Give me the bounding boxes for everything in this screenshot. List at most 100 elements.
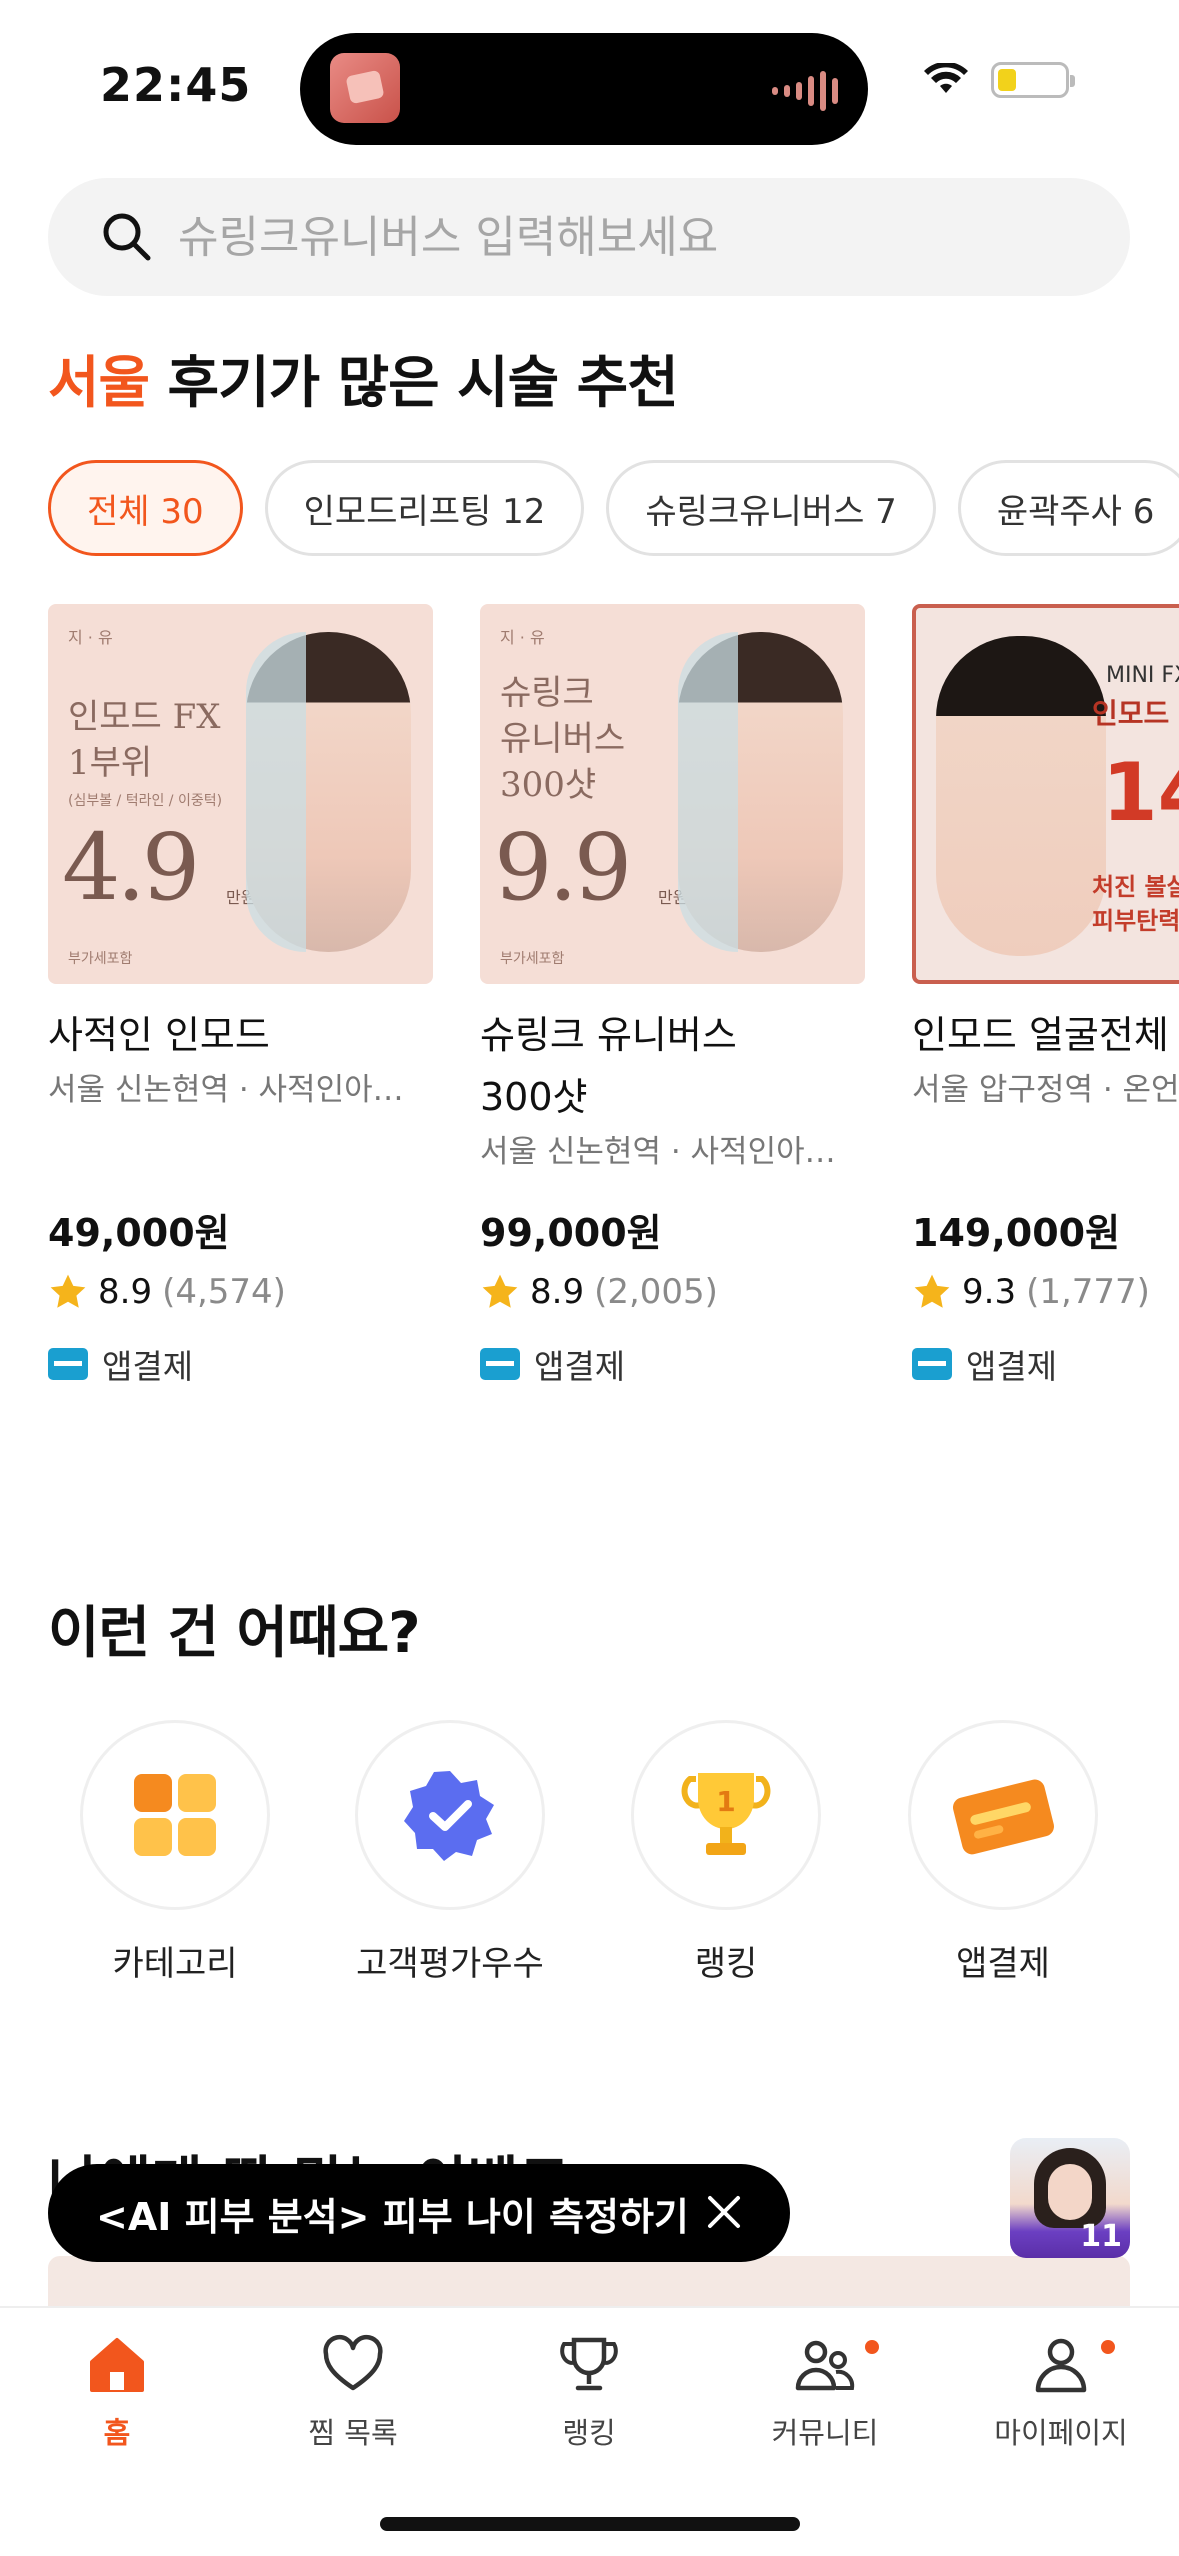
- chip-shrink-universe[interactable]: 슈링크유니버스 7: [606, 460, 936, 556]
- tab-ranking[interactable]: 랭킹: [489, 2334, 689, 2452]
- wifi-icon: [924, 63, 968, 93]
- chip-contour-injection[interactable]: 윤곽주사 6: [957, 460, 1179, 556]
- treatment-card[interactable]: 지 · 유 슈링크 유니버스 300샷 9.9 만원 부가세포함 슈링크 유니버스 …: [480, 604, 865, 1386]
- svg-text:1: 1: [716, 1785, 735, 1818]
- quick-app-payment[interactable]: 앱결제: [903, 1720, 1103, 1985]
- rating-score: 8.9: [530, 1272, 585, 1312]
- community-icon: [795, 2340, 855, 2391]
- close-icon[interactable]: [702, 2190, 746, 2234]
- treatment-image: MINI FX 인모드 풀 14. 처진 볼살과 이피부탄력과: [912, 604, 1179, 984]
- payment-label: 앱결제: [102, 1347, 194, 1386]
- user-icon: [1035, 2338, 1087, 2393]
- treatment-carousel: 지 · 유 인모드 FX 1부위 (심부볼 / 턱라인 / 이중턱) 4.9 만원…: [48, 604, 1179, 1404]
- star-icon: [482, 1274, 518, 1308]
- clinic-location: 서울 신논현역 · 사적인아…: [480, 1134, 836, 1170]
- now-playing-artwork: [330, 53, 400, 123]
- treatment-price: 49,000원: [48, 1211, 230, 1255]
- rating: 8.9 (2,005): [480, 1272, 718, 1312]
- tab-home[interactable]: 홈: [17, 2334, 217, 2452]
- image-price: 4.9: [62, 814, 200, 921]
- chip-inmode-lifting[interactable]: 인모드리프팅 12: [264, 460, 585, 556]
- treatment-image: 지 · 유 인모드 FX 1부위 (심부볼 / 턱라인 / 이중턱) 4.9 만원…: [48, 604, 433, 984]
- dynamic-island[interactable]: [300, 33, 868, 145]
- treatment-image: 지 · 유 슈링크 유니버스 300샷 9.9 만원 부가세포함: [480, 604, 865, 984]
- treatment-card[interactable]: MINI FX 인모드 풀 14. 처진 볼살과 이피부탄력과 인모드 얼굴전체…: [912, 604, 1179, 1386]
- review-count: (1,777): [1026, 1272, 1150, 1312]
- region-highlight[interactable]: 서울: [48, 351, 150, 416]
- search-input[interactable]: [178, 196, 1078, 278]
- app-payment-tag: 앱결제: [48, 1340, 193, 1388]
- treatment-name: 슈링크 유니버스 300샷: [480, 1013, 737, 1119]
- tab-mypage[interactable]: 마이페이지: [961, 2334, 1161, 2452]
- rating: 8.9 (4,574): [48, 1272, 286, 1312]
- model-face: [1048, 2164, 1092, 2220]
- image-headline: 인모드 FX 1부위: [68, 697, 221, 783]
- treatment-name: 인모드 얼굴전체: [912, 1013, 1169, 1057]
- battery-icon: [991, 62, 1075, 98]
- card-icon: [48, 1348, 88, 1380]
- quick-ranking[interactable]: 1 랭킹: [626, 1720, 826, 1985]
- section-title-recommend: 서울 후기가 많은 시술 추천: [48, 338, 679, 419]
- tab-label: 커뮤니티: [771, 2416, 879, 2450]
- search-icon: [103, 213, 151, 261]
- treatment-card[interactable]: 지 · 유 인모드 FX 1부위 (심부볼 / 턱라인 / 이중턱) 4.9 만원…: [48, 604, 433, 1386]
- model-photo: [246, 632, 411, 952]
- rating-score: 8.9: [98, 1272, 153, 1312]
- notification-dot: [865, 2340, 879, 2354]
- card-icon: [912, 1348, 952, 1380]
- verified-badge-icon: [355, 1720, 545, 1910]
- image-brand-text: 지 · 유: [500, 628, 545, 647]
- clinic-location: 서울 압구정역 · 온언: [912, 1072, 1179, 1108]
- image-label: MINI FX: [1106, 663, 1179, 688]
- home-indicator[interactable]: [380, 2517, 800, 2531]
- bottom-tab-bar: 홈 찜 목록 랭킹 커뮤니티 마이페이지: [0, 2306, 1179, 2556]
- status-bar: 22:45: [0, 0, 1179, 170]
- star-icon: [50, 1274, 86, 1308]
- banner-text: <AI 피부 분석> 피부 나이 측정하기: [96, 2194, 689, 2239]
- image-footnote: 부가세포함: [68, 951, 133, 967]
- heart-icon: [323, 2334, 383, 2391]
- treatment-price: 149,000원: [912, 1211, 1121, 1255]
- quick-label: 고객평가우수: [356, 1944, 544, 1984]
- card-icon: [480, 1348, 520, 1380]
- tab-label: 마이페이지: [994, 2416, 1128, 2450]
- rating-score: 9.3: [962, 1272, 1017, 1312]
- tab-community[interactable]: 커뮤니티: [725, 2334, 925, 2452]
- tab-label: 홈: [103, 2416, 131, 2450]
- audio-wave-icon: [772, 71, 838, 111]
- tab-wishlist[interactable]: 찜 목록: [253, 2334, 453, 2452]
- trophy-icon: [560, 2337, 618, 2391]
- image-subtext: (심부볼 / 턱라인 / 이중턱): [68, 793, 223, 809]
- quick-label: 카테고리: [112, 1944, 238, 1984]
- ad-number: 11: [1080, 2219, 1122, 2254]
- app-payment-tag: 앱결제: [912, 1340, 1057, 1388]
- image-headline: 슈링크 유니버스 300샷: [500, 673, 626, 805]
- quick-top-rated[interactable]: 고객평가우수: [350, 1720, 550, 1985]
- image-headline: 인모드 풀: [1092, 697, 1179, 730]
- status-icons: [923, 62, 1075, 98]
- clinic-location: 서울 신논현역 · 사적인아…: [48, 1072, 404, 1108]
- floating-ad-thumbnail[interactable]: 11: [1010, 2138, 1130, 2258]
- quick-label: 랭킹: [694, 1944, 758, 1984]
- quick-category[interactable]: 카테고리: [75, 1720, 275, 1985]
- treatment-name: 사적인 인모드: [48, 1013, 270, 1057]
- review-count: (4,574): [162, 1272, 286, 1312]
- section-title-suggestions: 이런 건 어때요?: [48, 1601, 421, 1666]
- app-payment-tag: 앱결제: [480, 1340, 625, 1388]
- review-count: (2,005): [594, 1272, 718, 1312]
- home-icon: [90, 2338, 144, 2392]
- chip-all[interactable]: 전체 30: [48, 460, 243, 556]
- card-icon: [908, 1720, 1098, 1910]
- section-title-text: 후기가 많은 시술 추천: [149, 351, 679, 416]
- quick-menu: 카테고리 고객평가우수 1 랭킹 앱결제: [0, 1720, 1179, 1984]
- rating: 9.3 (1,777): [912, 1272, 1150, 1312]
- model-photo: [936, 636, 1106, 956]
- status-time: 22:45: [100, 58, 252, 112]
- image-footnote: 부가세포함: [500, 951, 565, 967]
- search-bar[interactable]: [48, 178, 1130, 296]
- category-grid-icon: [80, 1720, 270, 1910]
- tab-label: 랭킹: [562, 2416, 616, 2450]
- image-brand-text: 지 · 유: [68, 628, 113, 647]
- ai-skin-analysis-banner[interactable]: <AI 피부 분석> 피부 나이 측정하기: [48, 2164, 790, 2262]
- trophy-icon: 1: [631, 1720, 821, 1910]
